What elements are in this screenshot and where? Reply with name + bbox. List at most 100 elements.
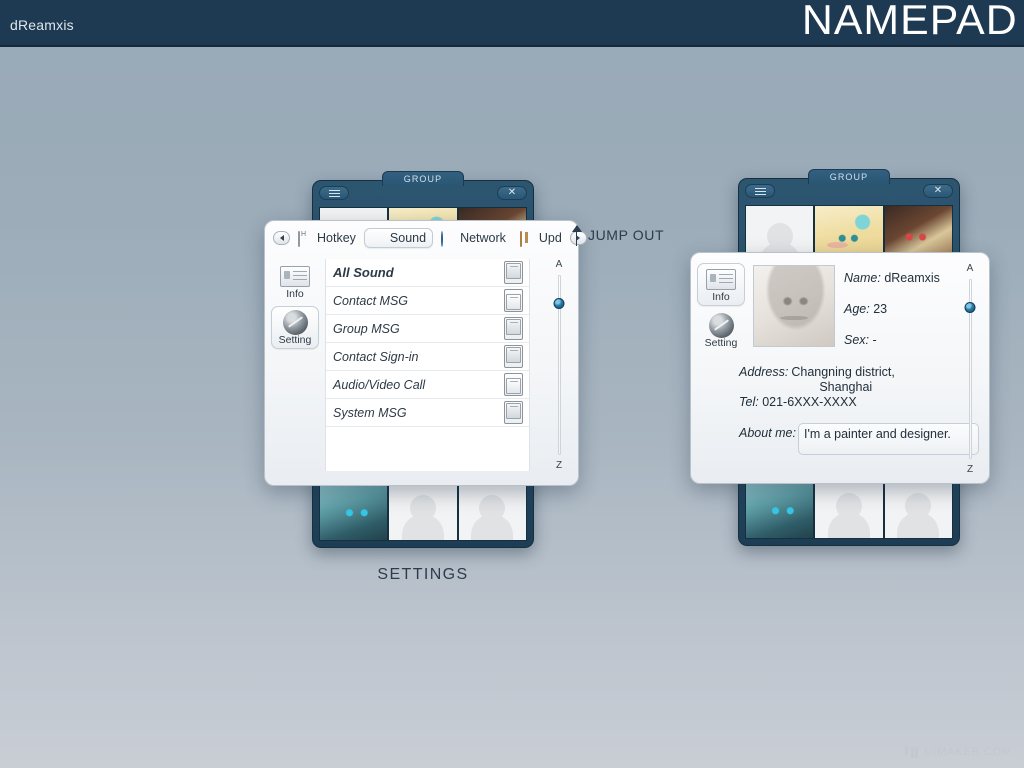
alphabet-slider[interactable]: A Z [546, 259, 572, 471]
group-avatar-row-bottom [319, 477, 527, 541]
list-item[interactable]: Contact Sign-in [326, 343, 529, 371]
id-card-icon [698, 267, 744, 291]
field-age-key: Age: [844, 302, 870, 316]
field-tel: Tel: 021-6XXX-XXXX [739, 395, 979, 410]
field-sex-key: Sex: [844, 333, 870, 347]
alphabet-slider-top-label: A [555, 259, 563, 270]
sidebar-item-setting[interactable]: Setting [697, 310, 745, 351]
alphabet-slider-top-label: A [966, 263, 974, 274]
sound-settings-list: All Sound Contact MSG Group MSG Contact … [325, 259, 530, 471]
field-address-line1: Changning district, [791, 365, 895, 379]
field-name-value: dReamxis [884, 271, 940, 285]
sound-row-label: Group MSG [333, 321, 400, 336]
about-me-textbox[interactable]: I'm a painter and designer. [797, 423, 979, 455]
gear-icon [272, 309, 318, 335]
toggle-switch[interactable] [504, 261, 523, 284]
sidebar-item-setting-label: Setting [704, 337, 738, 349]
tab-sound[interactable]: Sound [363, 228, 434, 248]
toggle-switch[interactable] [504, 401, 523, 424]
group-window-right-tab[interactable]: GROUP [808, 169, 890, 184]
settings-tabstrip: Hotkey Sound Network Upd [269, 224, 587, 252]
info-panel: Info Setting Name: dReamxis Age: 23 Sex:… [690, 252, 990, 484]
alphabet-slider[interactable]: A Z [957, 263, 983, 475]
sound-row-label: Audio/Video Call [333, 377, 426, 392]
alphabet-slider-track[interactable] [964, 279, 976, 459]
close-icon[interactable]: ✕ [497, 186, 527, 200]
sidebar-item-info[interactable]: Info [271, 261, 319, 302]
app-brand-title: NAMEPAD [802, 0, 1019, 43]
group-avatar-row-bottom [745, 475, 953, 539]
sound-row-label: Contact Sign-in [333, 349, 419, 364]
arrow-up-icon [572, 224, 582, 246]
arrow-left-icon[interactable] [273, 231, 290, 245]
sidebar-item-info-label: Info [286, 288, 304, 300]
sound-row-label: System MSG [333, 405, 407, 420]
profile-photo[interactable] [753, 265, 835, 347]
sidebar-item-info[interactable]: Info [697, 263, 745, 306]
annotation-jump-out: JUMP OUT [572, 224, 664, 246]
tab-upd[interactable]: Upd [514, 229, 568, 247]
id-card-icon [271, 264, 319, 288]
field-sex-value: - [872, 333, 877, 347]
alphabet-slider-track[interactable] [553, 275, 565, 455]
avatar[interactable] [320, 478, 388, 540]
sound-row-label: All Sound [333, 265, 394, 280]
avatar[interactable] [389, 478, 457, 540]
field-tel-value: 021-6XXX-XXXX [762, 395, 857, 409]
field-address-line2: Shanghai [819, 380, 873, 394]
current-user-label: dReamxis [10, 17, 74, 33]
field-age-value: 23 [873, 302, 888, 316]
list-item[interactable]: System MSG [326, 399, 529, 427]
annotation-settings-caption: SETTINGS [377, 566, 469, 583]
tab-hotkey[interactable]: Hotkey [292, 229, 362, 247]
list-item[interactable]: Contact MSG [326, 287, 529, 315]
sidebar-item-info-label: Info [712, 291, 730, 303]
top-header-bar: dReamxis NAMEPAD [0, 0, 1024, 47]
alphabet-slider-knob[interactable] [553, 298, 565, 309]
avatar[interactable] [746, 476, 814, 538]
gear-icon [697, 312, 745, 338]
watermark-label: UIMAKER.COM [924, 746, 1012, 758]
tab-hotkey-label: Hotkey [317, 231, 356, 245]
toggle-switch[interactable] [504, 289, 523, 312]
package-box-icon [519, 230, 535, 247]
profile-contact-block: Address: Changning district, Shanghai Te… [739, 365, 979, 410]
close-icon[interactable]: ✕ [923, 184, 953, 198]
alphabet-slider-bottom-label: Z [555, 460, 563, 471]
group-window-right-titlebar: ✕ [745, 184, 953, 202]
list-item[interactable]: Audio/Video Call [326, 371, 529, 399]
toggle-switch[interactable] [504, 345, 523, 368]
settings-sidebar: Info Setting [269, 261, 321, 349]
toggle-switch[interactable] [504, 317, 523, 340]
globe-icon [441, 230, 456, 247]
list-item[interactable]: Group MSG [326, 315, 529, 343]
avatar[interactable] [815, 476, 883, 538]
hamburger-icon[interactable] [319, 186, 349, 200]
sidebar-item-setting[interactable]: Setting [271, 306, 319, 349]
sidebar-item-setting-label: Setting [278, 334, 312, 346]
tab-upd-label: Upd [538, 231, 562, 245]
alphabet-slider-bottom-label: Z [966, 464, 974, 475]
avatar[interactable] [884, 476, 952, 538]
tab-sound-label: Sound [389, 231, 427, 245]
group-window-left-tab[interactable]: GROUP [382, 171, 464, 186]
field-about-me-key: About me: [739, 426, 796, 440]
settings-panel: Hotkey Sound Network Upd Info Setting Al… [264, 220, 587, 486]
hamburger-icon[interactable] [745, 184, 775, 198]
watermark-logo-icon [905, 746, 918, 758]
alphabet-slider-knob[interactable] [964, 302, 976, 313]
field-address-key: Address: [739, 365, 789, 379]
list-item[interactable]: All Sound [326, 259, 529, 287]
toggle-switch[interactable] [504, 373, 523, 396]
field-about-me: About me: I'm a painter and designer. [739, 423, 979, 455]
avatar[interactable] [458, 478, 526, 540]
watermark: UIMAKER.COM [905, 746, 1012, 758]
annotation-jump-out-label: JUMP OUT [588, 227, 665, 243]
group-window-left-titlebar: ✕ [319, 186, 527, 204]
field-tel-key: Tel: [739, 395, 759, 409]
tab-network[interactable]: Network [435, 229, 512, 247]
info-sidebar: Info Setting [695, 263, 747, 351]
sound-row-label: Contact MSG [333, 293, 409, 308]
speaker-icon [371, 232, 386, 245]
tab-network-label: Network [460, 231, 506, 245]
